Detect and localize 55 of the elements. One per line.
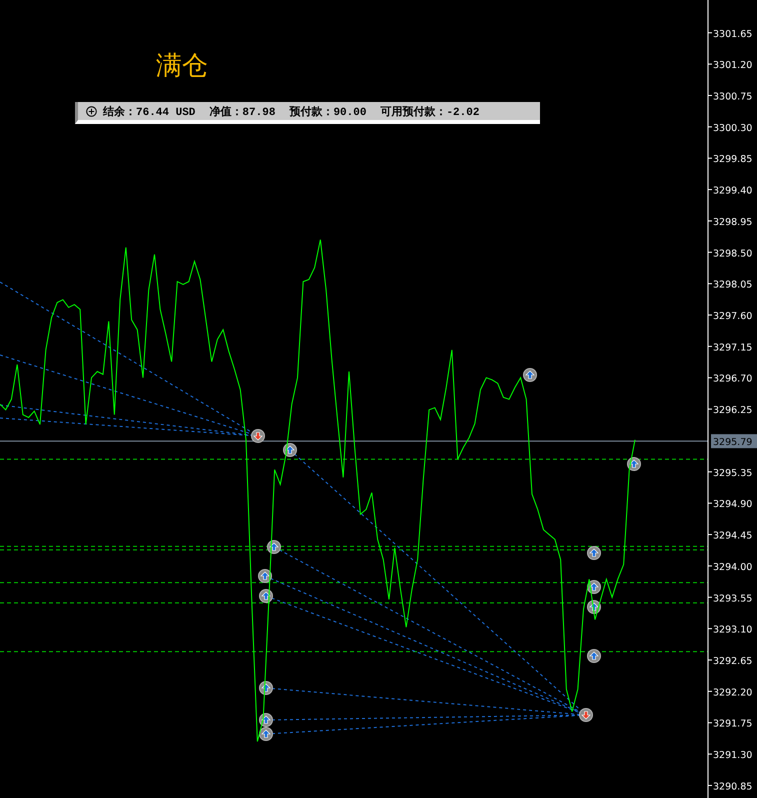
account-stat: 结余：76.44 USD [103, 104, 196, 118]
axis-label: 3296.70 [713, 374, 752, 385]
axis-label: 3300.75 [713, 91, 752, 102]
tick-mark [708, 220, 712, 222]
axis-label: 3291.30 [713, 750, 752, 762]
axis-label: 3297.15 [713, 342, 752, 354]
tick-mark [708, 565, 712, 566]
tick-mark [708, 628, 712, 630]
axis-label: 3300.30 [713, 122, 752, 134]
axis-label: 3299.40 [713, 186, 752, 197]
axis-label: 3297.60 [713, 311, 752, 322]
tick-mark [708, 189, 712, 190]
tick-mark [708, 346, 712, 347]
tick-mark [708, 722, 712, 724]
tick-mark [708, 283, 712, 284]
chart-title: 满仓 [156, 50, 208, 83]
tick-mark [708, 784, 712, 786]
tick-mark [708, 377, 712, 378]
axis-label: 3292.65 [713, 656, 752, 667]
tick-mark [708, 252, 712, 253]
tick-mark [708, 534, 712, 536]
axis-label: 3301.65 [713, 28, 752, 40]
axis-label: 3294.90 [713, 499, 752, 510]
tick-mark [708, 314, 712, 316]
tick-mark [708, 32, 712, 34]
axis-label: 3290.85 [713, 781, 752, 792]
axis-label: 3301.20 [713, 60, 752, 72]
tick-mark [708, 94, 712, 96]
tick-mark [708, 408, 712, 410]
tick-mark [708, 754, 712, 755]
axis-label: 3295.35 [713, 468, 752, 479]
axis-label: 3299.85 [713, 154, 752, 166]
axis-label: 3294.00 [713, 562, 752, 573]
axis-label: 3292.20 [713, 687, 752, 698]
tick-mark [708, 126, 712, 128]
ref-line-label: 3295.79 [713, 437, 752, 448]
axis-label: 3294.45 [713, 530, 752, 542]
axis-label: 3298.95 [713, 216, 752, 228]
tick-mark [708, 690, 712, 692]
axis-label: 3291.75 [713, 718, 752, 730]
tick-mark [708, 502, 712, 504]
tick-mark [708, 596, 712, 598]
account-stat: 净值：87.98 [209, 104, 276, 118]
axis-label: 3293.55 [713, 593, 752, 604]
tick-mark [708, 158, 712, 159]
plus-circle-icon[interactable] [86, 106, 97, 116]
current-price-label: 3295.79 [711, 434, 757, 448]
axis-label: 3296.25 [713, 405, 752, 416]
axis-label: 3293.10 [713, 624, 752, 636]
account-stat: 可用预付款：-2.02 [380, 105, 480, 118]
tick-mark [708, 471, 712, 472]
tick-mark [708, 64, 712, 65]
account-stat: 预付款：90.00 [289, 105, 366, 118]
axis-label: 3298.05 [713, 280, 752, 291]
axis-label: 3298.50 [713, 248, 752, 260]
